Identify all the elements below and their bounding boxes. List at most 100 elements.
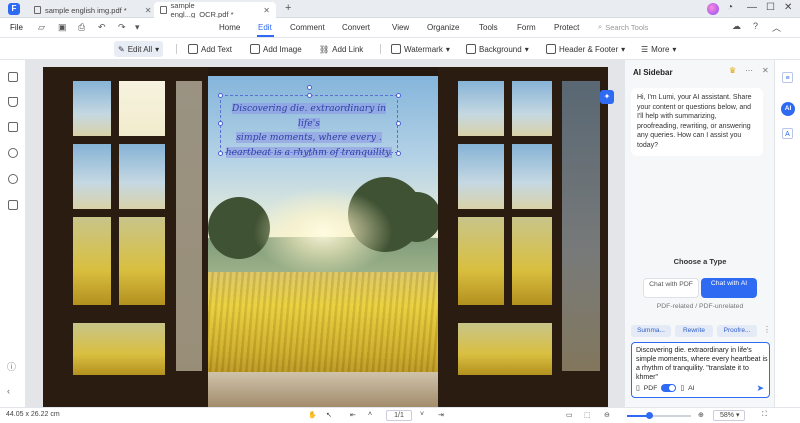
- properties-icon[interactable]: ≡: [782, 72, 793, 83]
- account-avatar-icon[interactable]: [707, 3, 719, 15]
- select-tool-icon[interactable]: ↖: [326, 411, 332, 419]
- print-icon[interactable]: ⎙: [78, 22, 85, 33]
- close-tab-icon[interactable]: ✕: [263, 6, 270, 15]
- menu-protect[interactable]: Protect: [554, 23, 579, 32]
- cloud-upload-icon[interactable]: ☁: [732, 21, 741, 32]
- rewrite-chip[interactable]: Rewrite: [675, 325, 713, 337]
- image-sunlight: [253, 187, 393, 277]
- zoom-level-select[interactable]: 58% ▾: [713, 410, 745, 421]
- header-footer-button[interactable]: Header & Footer ▾: [542, 41, 629, 57]
- menu-form[interactable]: Form: [517, 23, 536, 32]
- open-icon[interactable]: ▱: [38, 22, 45, 33]
- menu-home[interactable]: Home: [219, 23, 240, 32]
- floating-ai-icon[interactable]: ✦: [600, 90, 614, 104]
- ai-sidebar-panel: AI Sidebar ♛ ⋯ ✕ Hi, I'm Lumi, your AI a…: [624, 60, 774, 407]
- send-icon[interactable]: ➤: [756, 383, 764, 394]
- menu-tools[interactable]: Tools: [479, 23, 498, 32]
- maximize-icon[interactable]: ☐: [766, 2, 775, 13]
- add-text-button[interactable]: Add Text: [184, 41, 236, 57]
- add-image-button[interactable]: Add Image: [246, 41, 306, 57]
- more-button[interactable]: ☰ More ▾: [637, 41, 680, 57]
- quick-access-dropdown-icon[interactable]: ▾: [135, 22, 140, 33]
- ai-prompt-text[interactable]: Discovering die. extraordinary in life's…: [636, 346, 768, 382]
- menu-convert[interactable]: Convert: [342, 23, 370, 32]
- chat-with-pdf-option[interactable]: Chat with PDF: [643, 278, 699, 298]
- menu-organize[interactable]: Organize: [427, 23, 459, 32]
- assistant-greeting: Hi, I'm Lumi, your AI assistant. Share y…: [631, 88, 763, 156]
- attachment-icon[interactable]: [8, 148, 18, 158]
- rotate-handle[interactable]: [307, 85, 312, 90]
- layers-icon[interactable]: [8, 200, 18, 210]
- close-tab-icon[interactable]: ✕: [145, 6, 152, 15]
- toolbar-divider: [380, 44, 381, 54]
- more-icon: ☰: [641, 44, 649, 54]
- resize-handle[interactable]: [218, 151, 223, 156]
- resize-handle[interactable]: [307, 93, 312, 98]
- last-page-icon[interactable]: ⇥: [438, 411, 444, 419]
- image-pane: [73, 144, 111, 209]
- pdf-ai-toggle[interactable]: [661, 384, 677, 392]
- zoom-slider-knob[interactable]: [645, 412, 653, 419]
- menu-edit[interactable]: Edit: [258, 23, 272, 32]
- file-menu[interactable]: File: [10, 23, 23, 32]
- page-image[interactable]: Discovering die. extraordinary in life's…: [43, 67, 608, 407]
- resize-handle[interactable]: [396, 151, 401, 156]
- collapse-panel-icon[interactable]: ‹: [7, 386, 10, 396]
- notification-icon[interactable]: ◔: [727, 2, 733, 13]
- zoom-slider[interactable]: [627, 412, 691, 419]
- pdf-toggle-label: PDF: [643, 384, 658, 392]
- more-options-icon[interactable]: ⋮: [763, 325, 771, 334]
- summarize-chip[interactable]: Summa...: [631, 325, 671, 337]
- translate-icon[interactable]: A: [782, 128, 793, 139]
- image-pane: [512, 144, 552, 209]
- hand-tool-icon[interactable]: ✋: [308, 411, 317, 419]
- settings-icon[interactable]: ⋯: [745, 66, 753, 75]
- undo-icon[interactable]: ↶: [98, 22, 106, 33]
- comment-icon[interactable]: [8, 122, 18, 132]
- help-icon[interactable]: ?: [753, 21, 758, 31]
- bookmark-icon[interactable]: [8, 97, 18, 107]
- tab-sample-english-ocr[interactable]: sample engl...g_OCR.pdf * ✕: [154, 1, 276, 19]
- background-button[interactable]: Background ▾: [462, 41, 533, 57]
- zoom-out-icon[interactable]: ⊖: [604, 411, 610, 419]
- resize-handle[interactable]: [396, 121, 401, 126]
- help-circle-icon[interactable]: ⓘ: [7, 360, 16, 373]
- search-panel-icon[interactable]: [8, 174, 18, 184]
- fit-width-icon[interactable]: ⬚: [584, 411, 591, 419]
- premium-icon[interactable]: ♛: [729, 66, 736, 75]
- ai-assistant-icon[interactable]: AI: [781, 102, 795, 116]
- zoom-in-icon[interactable]: ⊕: [698, 411, 704, 419]
- chat-with-ai-option[interactable]: Chat with AI: [701, 278, 757, 298]
- close-sidebar-icon[interactable]: ✕: [762, 66, 769, 75]
- more-label: More: [651, 44, 670, 54]
- thumbnails-icon[interactable]: [8, 72, 18, 82]
- resize-handle[interactable]: [396, 93, 401, 98]
- menu-view[interactable]: View: [392, 23, 409, 32]
- save-icon[interactable]: ▣: [58, 22, 67, 33]
- add-link-button[interactable]: ⛓ Add Link: [315, 41, 367, 57]
- resize-handle[interactable]: [218, 93, 223, 98]
- redo-icon[interactable]: ↷: [118, 22, 126, 33]
- page-number-input[interactable]: 1/1: [386, 410, 412, 421]
- image-pane: [73, 81, 111, 136]
- fullscreen-icon[interactable]: ⛶: [762, 411, 767, 419]
- tab-sample-english-img[interactable]: sample english img.pdf * ✕: [28, 2, 157, 18]
- watermark-button[interactable]: Watermark ▾: [387, 41, 454, 57]
- ai-prompt-input[interactable]: Discovering die. extraordinary in life's…: [631, 342, 770, 398]
- menu-comment[interactable]: Comment: [290, 23, 325, 32]
- next-page-icon[interactable]: ˅: [420, 411, 424, 418]
- first-page-icon[interactable]: ⇤: [350, 411, 356, 419]
- single-page-view-icon[interactable]: ▭: [566, 411, 573, 419]
- new-tab-button[interactable]: +: [285, 2, 291, 14]
- minimize-icon[interactable]: —: [747, 2, 757, 13]
- edit-all-button[interactable]: ✎ Edit All ▾: [114, 41, 164, 57]
- image-pane: [458, 144, 504, 209]
- resize-handle[interactable]: [218, 121, 223, 126]
- search-tools[interactable]: ⌕ Search Tools: [598, 22, 648, 32]
- collapse-ribbon-icon[interactable]: ︿: [772, 21, 781, 34]
- add-image-label: Add Image: [263, 44, 302, 54]
- close-window-icon[interactable]: ✕: [784, 2, 792, 13]
- proofread-chip[interactable]: Proofre...: [717, 325, 757, 337]
- previous-page-icon[interactable]: ˄: [368, 411, 372, 418]
- page-ocr-text[interactable]: Discovering die. extraordinary in life's…: [224, 102, 394, 160]
